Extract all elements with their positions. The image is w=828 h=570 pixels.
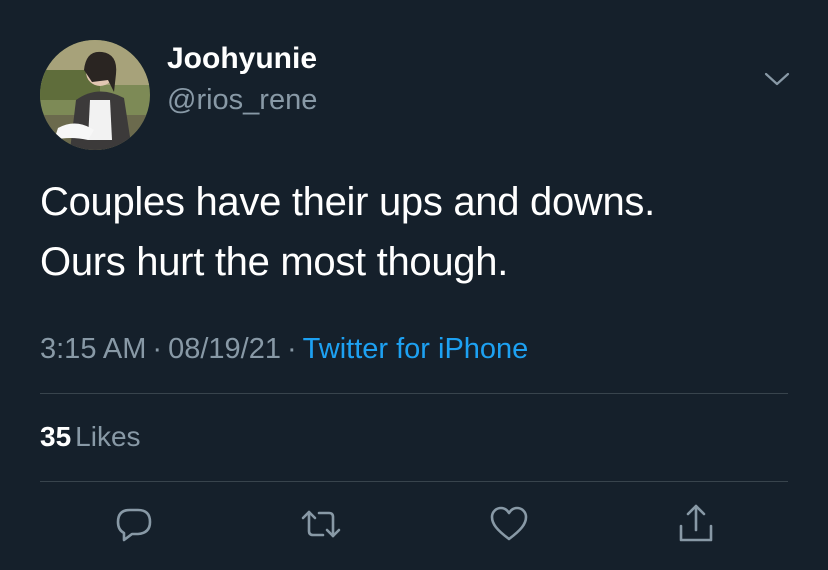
tweet-text-line: Couples have their ups and downs. [40,180,655,224]
likes-label: Likes [75,421,141,452]
retweet-button[interactable] [299,502,343,546]
chevron-down-icon[interactable] [762,66,792,90]
tweet-time: 3:15 AM [40,333,147,365]
meta-separator: · [286,333,297,365]
tweet-source-link[interactable]: Twitter for iPhone [303,333,529,365]
profile-photo-icon [40,40,150,150]
like-button[interactable] [487,502,531,546]
divider [40,481,788,482]
reply-button[interactable] [112,502,156,546]
share-button[interactable] [674,502,718,546]
speech-bubble-icon [116,508,152,542]
meta-separator: · [152,333,163,365]
retweet-arrows-icon [301,510,341,538]
share-upload-icon [679,504,713,542]
divider [40,393,788,394]
likes-count: 35 [40,421,72,452]
tweet-text: Couples have their ups and downs. Ours h… [40,172,800,292]
display-name[interactable]: Joohyunie [167,42,317,76]
heart-icon [490,506,528,541]
tweet-date: 08/19/21 [168,333,281,365]
tweet-metadata: 3:15 AM · 08/19/21 · Twitter for iPhone [40,333,528,366]
avatar[interactable] [40,40,150,150]
user-handle[interactable]: @rios_rene [167,84,317,117]
tweet-text-line: Ours hurt the most though. [40,240,509,284]
likes-stat[interactable]: 35 Likes [40,421,141,453]
